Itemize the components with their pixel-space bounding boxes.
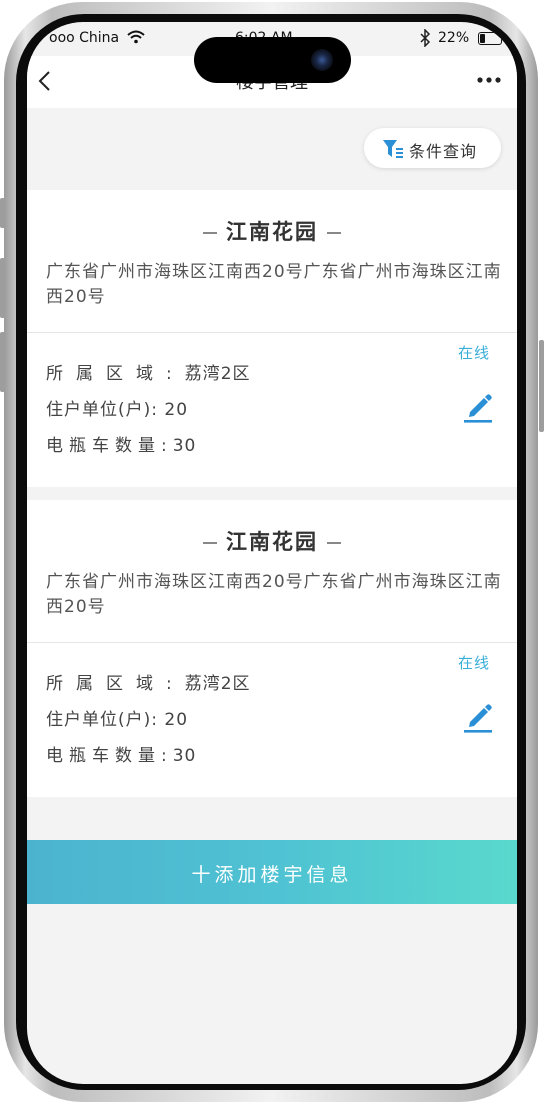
area-value: 荔湾2区	[184, 674, 251, 694]
status-badge: 在线	[458, 344, 491, 362]
side-button-mute	[0, 198, 5, 228]
more-icon[interactable]	[476, 76, 502, 84]
ev-value: 30	[172, 436, 197, 456]
ev-row: 电瓶车数量:30	[46, 741, 196, 766]
building-name: 江南花园	[226, 530, 318, 554]
area-value: 荔湾2区	[184, 364, 251, 384]
side-button-volume-down	[0, 332, 5, 392]
wifi-icon	[127, 30, 145, 44]
building-address: 广东省广州市海珠区江南西20号广东省广州市海珠区江南西20号	[46, 572, 502, 617]
units-row: 住户单位(户): 20	[46, 395, 188, 420]
add-building-button[interactable]: 十添加楼宇信息	[27, 840, 517, 904]
add-building-label: 十添加楼宇信息	[191, 864, 353, 886]
building-title: 江南花园	[27, 526, 517, 556]
area-row: 所属区域:荔湾2区	[46, 669, 251, 694]
title-dash-right	[327, 542, 341, 544]
status-badge: 在线	[458, 654, 491, 672]
ev-label: 电瓶车数量:	[46, 436, 173, 456]
card-divider	[27, 642, 517, 643]
edit-icon[interactable]	[462, 700, 494, 734]
units-value: 20	[164, 400, 189, 420]
filter-icon	[383, 140, 403, 158]
filter-label: 条件查询	[409, 142, 478, 161]
building-address: 广东省广州市海珠区江南西20号广东省广州市海珠区江南西20号	[46, 262, 502, 307]
side-button-power	[539, 340, 544, 432]
battery-percent: 22%	[438, 30, 470, 46]
building-card[interactable]: 江南花园 广东省广州市海珠区江南西20号广东省广州市海珠区江南西20号 在线 所…	[27, 500, 517, 797]
title-dash-left	[203, 232, 217, 234]
ev-label: 电瓶车数量:	[46, 746, 173, 766]
bluetooth-icon	[420, 29, 431, 47]
units-value: 20	[164, 710, 189, 730]
carrier-label: ooo China	[49, 30, 120, 46]
battery-icon	[478, 32, 502, 45]
area-row: 所属区域:荔湾2区	[46, 359, 251, 384]
units-label: 住户单位(户):	[46, 400, 158, 420]
dynamic-island	[194, 37, 351, 83]
camera-lens	[311, 49, 333, 71]
screen: ooo China 6:02 AM 22% 楼宇管理	[27, 22, 517, 1084]
building-title: 江南花园	[27, 216, 517, 246]
units-label: 住户单位(户):	[46, 710, 158, 730]
building-name: 江南花园	[226, 220, 318, 244]
ev-row: 电瓶车数量:30	[46, 431, 196, 456]
title-dash-right	[327, 232, 341, 234]
card-divider	[27, 332, 517, 333]
edit-icon[interactable]	[462, 390, 494, 424]
building-card[interactable]: 江南花园 广东省广州市海珠区江南西20号广东省广州市海珠区江南西20号 在线 所…	[27, 190, 517, 487]
side-button-volume-up	[0, 258, 5, 318]
area-label: 所属区域:	[46, 674, 185, 694]
ev-value: 30	[172, 746, 197, 766]
units-row: 住户单位(户): 20	[46, 705, 188, 730]
area-label: 所属区域:	[46, 364, 185, 384]
title-dash-left	[203, 542, 217, 544]
filter-button[interactable]: 条件查询	[364, 128, 501, 168]
